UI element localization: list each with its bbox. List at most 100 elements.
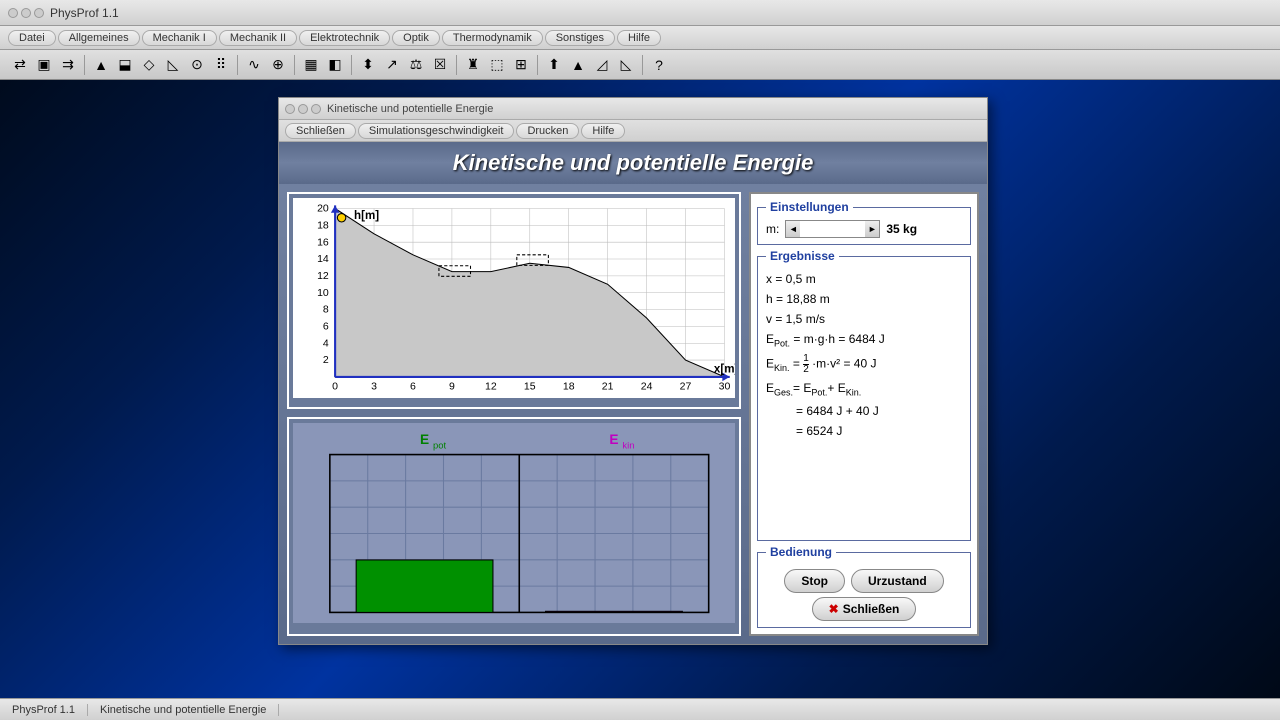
controls-legend: Bedienung	[766, 545, 836, 559]
result-eges-sum: = 6484 J + 40 J	[766, 401, 962, 421]
result-epot: EPot. = m·g·h = 6484 J	[766, 329, 962, 351]
toolbar-icon[interactable]: ◿	[590, 53, 614, 77]
close-button[interactable]: ✖ Schließen	[812, 597, 917, 621]
child-titlebar: Kinetische und potentielle Energie	[279, 98, 987, 120]
svg-text:14: 14	[317, 253, 329, 265]
settings-fieldset: Einstellungen m: ◄ ► 35 kg	[757, 200, 971, 245]
settings-legend: Einstellungen	[766, 200, 853, 214]
toolbar-icon[interactable]: ⊕	[266, 53, 290, 77]
toolbar-icon[interactable]: ⚖	[404, 53, 428, 77]
toolbar-icon[interactable]: ⊙	[185, 53, 209, 77]
height-plot-frame: 0369121518212427302468101214161820h[m]x[…	[287, 192, 741, 409]
stop-button[interactable]: Stop	[784, 569, 845, 593]
result-h: h = 18,88 m	[766, 289, 962, 309]
toolbar-icon[interactable]: ⬆	[542, 53, 566, 77]
toolbar-icon[interactable]: ⬚	[485, 53, 509, 77]
toolbar-icon[interactable]: ◧	[323, 53, 347, 77]
mass-label: m:	[766, 222, 779, 236]
toolbar: ⇄▣⇉▲⬓◇◺⊙⠿∿⊕▦◧⬍↗⚖☒♜⬚⊞⬆▲◿◺?	[0, 50, 1280, 80]
child-menu-drucken[interactable]: Drucken	[516, 123, 579, 139]
window-dot[interactable]	[285, 104, 295, 114]
menu-optik[interactable]: Optik	[392, 30, 440, 46]
menu-mechanik i[interactable]: Mechanik I	[142, 30, 217, 46]
results-fieldset: Ergebnisse x = 0,5 m h = 18,88 m v = 1,5…	[757, 249, 971, 541]
result-x: x = 0,5 m	[766, 269, 962, 289]
child-menubar: SchließenSimulationsgeschwindigkeitDruck…	[279, 120, 987, 142]
toolbar-icon[interactable]: ⬓	[113, 53, 137, 77]
mass-value: 35 kg	[886, 222, 917, 236]
svg-text:16: 16	[317, 236, 329, 248]
child-menu-hilfe[interactable]: Hilfe	[581, 123, 625, 139]
svg-text:4: 4	[323, 337, 329, 349]
child-menu-schließen[interactable]: Schließen	[285, 123, 356, 139]
menu-thermodynamik[interactable]: Thermodynamik	[442, 30, 543, 46]
app-title: PhysProf 1.1	[50, 6, 119, 20]
toolbar-icon[interactable]: ▲	[89, 53, 113, 77]
svg-text:20: 20	[317, 203, 329, 215]
slider-left-icon[interactable]: ◄	[786, 221, 800, 237]
toolbar-icon[interactable]: ⬍	[356, 53, 380, 77]
menu-hilfe[interactable]: Hilfe	[617, 30, 661, 46]
window-dot[interactable]	[21, 8, 31, 18]
window-dot[interactable]	[298, 104, 308, 114]
toolbar-icon[interactable]: ▣	[32, 53, 56, 77]
energy-bar-frame: EpotEkin	[287, 417, 741, 636]
svg-text:8: 8	[323, 304, 329, 316]
status-module: Kinetische und potentielle Energie	[88, 704, 279, 716]
toolbar-icon[interactable]: ▲	[566, 53, 590, 77]
toolbar-icon[interactable]: ☒	[428, 53, 452, 77]
svg-text:pot: pot	[433, 440, 447, 451]
mass-slider[interactable]: ◄ ►	[785, 220, 880, 238]
menu-datei[interactable]: Datei	[8, 30, 56, 46]
child-window: Kinetische und potentielle Energie Schli…	[278, 97, 988, 645]
toolbar-icon[interactable]: ♜	[461, 53, 485, 77]
height-plot: 0369121518212427302468101214161820h[m]x[…	[293, 198, 735, 398]
menu-sonstiges[interactable]: Sonstiges	[545, 30, 615, 46]
toolbar-icon[interactable]: ⠿	[209, 53, 233, 77]
toolbar-icon[interactable]: ◺	[614, 53, 638, 77]
toolbar-icon[interactable]: ⇄	[8, 53, 32, 77]
status-app: PhysProf 1.1	[0, 704, 88, 716]
slider-right-icon[interactable]: ►	[865, 221, 879, 237]
menu-elektrotechnik[interactable]: Elektrotechnik	[299, 30, 390, 46]
svg-text:0: 0	[332, 381, 338, 393]
svg-text:30: 30	[719, 381, 731, 393]
toolbar-icon[interactable]: ◺	[161, 53, 185, 77]
toolbar-icon[interactable]: ⊞	[509, 53, 533, 77]
window-dot[interactable]	[34, 8, 44, 18]
result-eges-total: = 6524 J	[766, 421, 962, 441]
toolbar-icon[interactable]: ↗	[380, 53, 404, 77]
toolbar-icon[interactable]: ?	[647, 53, 671, 77]
svg-text:18: 18	[317, 220, 329, 232]
svg-text:E: E	[420, 432, 429, 447]
svg-text:3: 3	[371, 381, 377, 393]
toolbar-icon[interactable]: ∿	[242, 53, 266, 77]
child-menu-simulationsgeschwindigkeit[interactable]: Simulationsgeschwindigkeit	[358, 123, 515, 139]
svg-text:21: 21	[602, 381, 614, 393]
close-icon: ✖	[829, 602, 839, 616]
toolbar-icon[interactable]: ◇	[137, 53, 161, 77]
svg-text:12: 12	[317, 270, 329, 282]
result-eges-formula: EGes.= EPot.+ EKin.	[766, 378, 962, 400]
result-ekin: EKin. = 12 ·m·v² = 40 J	[766, 351, 962, 378]
svg-text:h[m]: h[m]	[354, 210, 379, 222]
page-heading: Kinetische und potentielle Energie	[279, 142, 987, 184]
window-dot[interactable]	[311, 104, 321, 114]
toolbar-icon[interactable]: ⇉	[56, 53, 80, 77]
svg-text:9: 9	[449, 381, 455, 393]
toolbar-icon[interactable]: ▦	[299, 53, 323, 77]
result-v: v = 1,5 m/s	[766, 309, 962, 329]
svg-text:2: 2	[323, 354, 329, 366]
window-dot[interactable]	[8, 8, 18, 18]
svg-text:kin: kin	[622, 440, 634, 451]
reset-button[interactable]: Urzustand	[851, 569, 944, 593]
svg-text:12: 12	[485, 381, 497, 393]
menu-allgemeines[interactable]: Allgemeines	[58, 30, 140, 46]
svg-text:x[m]: x[m]	[714, 364, 735, 376]
svg-text:6: 6	[410, 381, 416, 393]
svg-text:24: 24	[641, 381, 653, 393]
menu-mechanik ii[interactable]: Mechanik II	[219, 30, 297, 46]
results-legend: Ergebnisse	[766, 249, 839, 263]
svg-text:10: 10	[317, 287, 329, 299]
controls-fieldset: Bedienung Stop Urzustand ✖ Schließen	[757, 545, 971, 628]
